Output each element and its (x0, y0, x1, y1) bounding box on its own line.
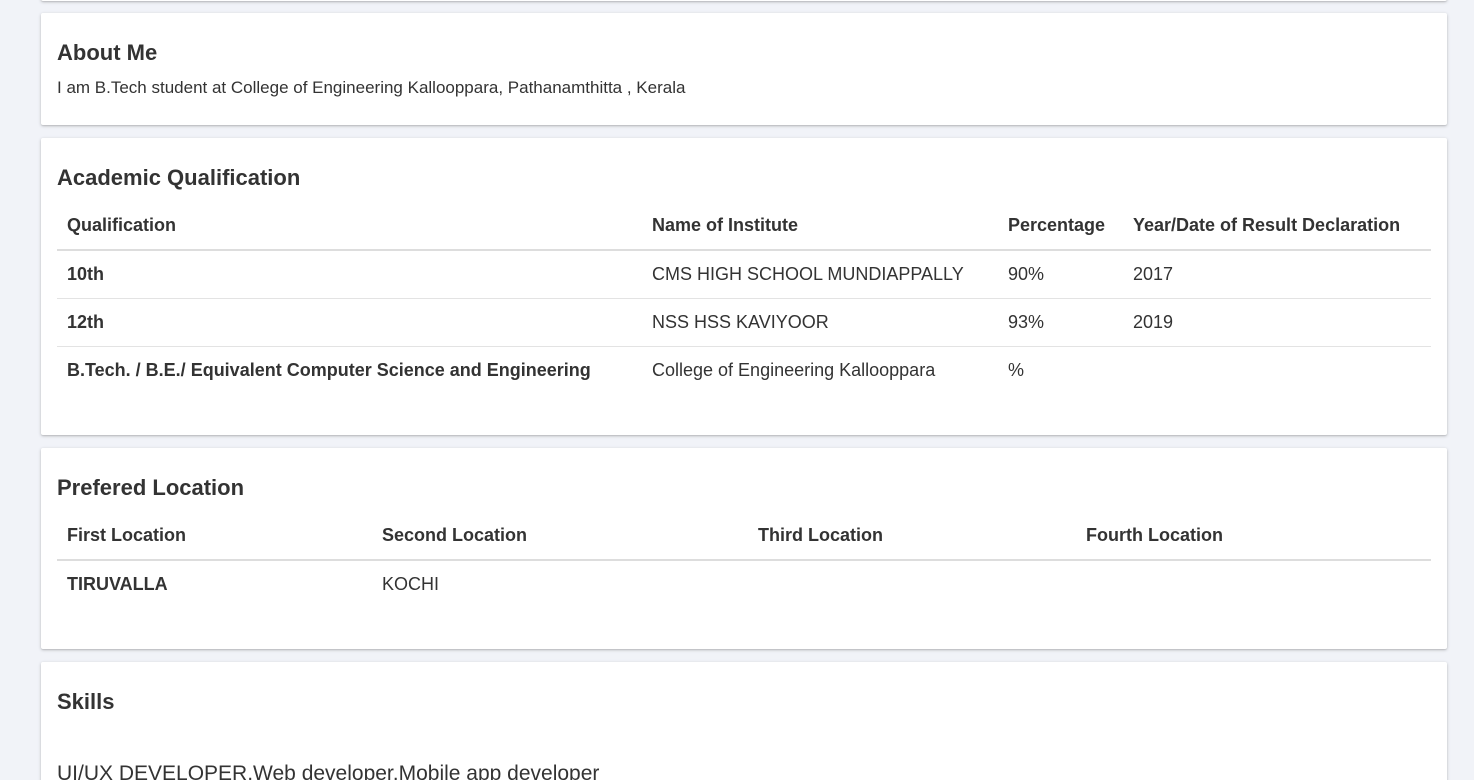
previous-card (41, 0, 1447, 1)
percentage-cell: 93% (998, 298, 1123, 347)
year-cell: 2017 (1123, 250, 1431, 299)
table-row: B.Tech. / B.E./ Equivalent Computer Scie… (57, 346, 1431, 394)
fourth-location-cell (1076, 560, 1431, 608)
third-location-cell (748, 560, 1076, 608)
column-header-first-location: First Location (57, 511, 372, 561)
about-me-text: I am B.Tech student at College of Engine… (57, 78, 686, 97)
institute-cell: NSS HSS KAVIYOOR (642, 298, 998, 347)
column-header-qualification: Qualification (57, 201, 642, 251)
about-me-title: About Me (57, 40, 158, 65)
qualification-cell: 12th (57, 298, 642, 347)
column-header-year: Year/Date of Result Declaration (1123, 201, 1431, 251)
academic-qualification-card: Academic Qualification Qualification Nam… (41, 138, 1447, 435)
second-location-cell: KOCHI (382, 574, 440, 594)
prefered-location-card: Prefered Location First Location Second … (41, 448, 1447, 649)
prefered-location-table: First Location Second Location Third Loc… (57, 511, 1431, 608)
table-header-row: First Location Second Location Third Loc… (57, 511, 1431, 561)
table-row: 12th NSS HSS KAVIYOOR 93% 2019 (57, 298, 1431, 347)
academic-qualification-table: Qualification Name of Institute Percenta… (57, 201, 1431, 394)
skills-title: Skills (57, 689, 115, 714)
first-location-cell: TIRUVALLA (67, 574, 168, 594)
table-row: TIRUVALLA KOCHI (57, 560, 1431, 608)
column-header-third-location: Third Location (748, 511, 1076, 561)
table-header-row: Qualification Name of Institute Percenta… (57, 201, 1431, 251)
qualification-cell: B.Tech. / B.E./ Equivalent Computer Scie… (67, 359, 591, 380)
skills-card: Skills UI/UX DEVELOPER,Web developer,Mob… (41, 662, 1447, 780)
percentage-cell: % (1008, 359, 1025, 380)
column-header-institute: Name of Institute (642, 201, 998, 251)
qualification-cell: 10th (57, 250, 642, 299)
prefered-location-title: Prefered Location (57, 475, 245, 500)
percentage-cell: 90% (998, 250, 1123, 299)
column-header-second-location: Second Location (372, 511, 748, 561)
institute-cell: CMS HIGH SCHOOL MUNDIAPPALLY (642, 250, 998, 299)
year-cell (1123, 346, 1431, 394)
table-row: 10th CMS HIGH SCHOOL MUNDIAPPALLY 90% 20… (57, 250, 1431, 299)
about-me-card: About Me I am B.Tech student at College … (41, 13, 1447, 125)
academic-qualification-title: Academic Qualification (57, 165, 301, 190)
skills-text: UI/UX DEVELOPER,Web developer,Mobile app… (57, 762, 600, 780)
year-cell: 2019 (1123, 298, 1431, 347)
column-header-percentage: Percentage (998, 201, 1123, 251)
institute-cell: College of Engineering Kallooppara (652, 359, 936, 380)
column-header-fourth-location: Fourth Location (1076, 511, 1431, 561)
